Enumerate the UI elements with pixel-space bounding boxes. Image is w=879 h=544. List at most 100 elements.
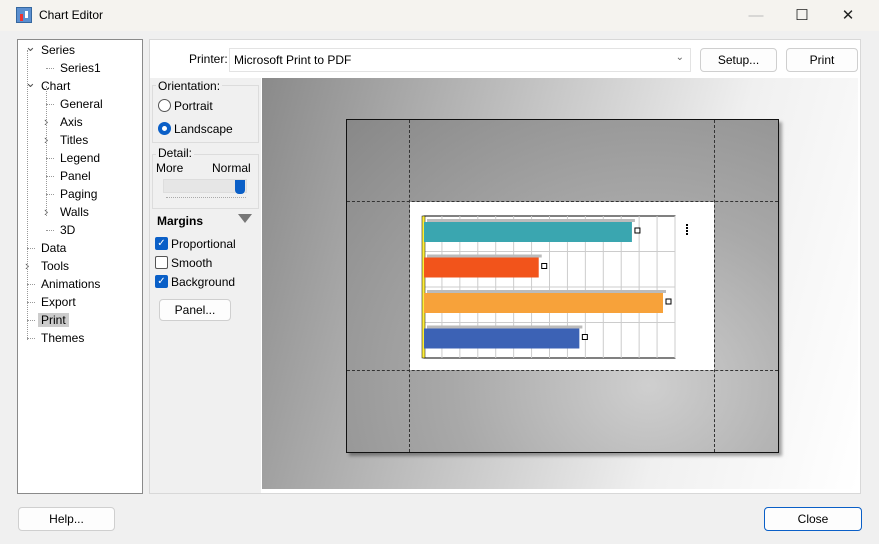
bar-mark	[581, 334, 588, 340]
tree-item-label: Series1	[60, 61, 101, 75]
bar-mark	[634, 227, 641, 234]
background-label: Background	[171, 275, 236, 289]
close-button[interactable]: Close	[764, 507, 862, 531]
portrait-label: Portrait	[174, 99, 213, 113]
panel-button[interactable]: Panel...	[159, 299, 231, 321]
landscape-label: Landscape	[174, 122, 233, 136]
orientation-label: Orientation:	[156, 79, 223, 93]
bar-top	[427, 219, 635, 222]
chevron-down-icon: ⌄	[675, 52, 684, 63]
tree-item-label: Axis	[60, 115, 83, 129]
bar-top	[427, 325, 583, 329]
bar-top	[427, 290, 666, 293]
right-margin-line[interactable]	[714, 120, 715, 452]
chart-preview-svg	[421, 215, 688, 359]
tree-connector	[27, 320, 35, 321]
tree-item-legend[interactable]: Legend	[60, 150, 100, 166]
smooth-checkbox[interactable]	[155, 256, 168, 269]
tree-connector	[46, 194, 54, 195]
bar	[424, 257, 539, 278]
tree-connector	[46, 158, 54, 159]
tree-item-label: Tools	[41, 259, 70, 273]
chart-preview	[410, 202, 714, 370]
tree-item-series[interactable]: Series	[41, 42, 75, 58]
tree-connector	[46, 104, 54, 105]
setup-button[interactable]: Setup...	[700, 48, 777, 72]
detail-label: Detail:	[156, 146, 195, 160]
window-title: Chart Editor	[39, 8, 104, 22]
tree-item-label: Animations	[41, 277, 101, 291]
bar	[424, 328, 580, 349]
detail-normal-label: Normal	[212, 161, 251, 175]
tree-item-series1[interactable]: Series1	[60, 60, 101, 76]
tree-item-label: Legend	[60, 151, 101, 165]
tree-item-label: Export	[41, 295, 76, 309]
detail-slider[interactable]	[163, 179, 247, 194]
tree-item-label: Print	[38, 313, 69, 327]
tree-guide	[27, 50, 28, 340]
help-button[interactable]: Help...	[18, 507, 115, 531]
bar	[424, 293, 663, 313]
legend-symbol	[686, 230, 688, 232]
slider-thumb[interactable]	[235, 180, 245, 194]
legend-symbol	[686, 227, 688, 229]
tree-item-label: Paging	[60, 187, 98, 201]
tree-connector	[27, 302, 35, 303]
tree-connector	[27, 248, 35, 249]
title-bar: Chart Editor — ☐ ✕	[0, 0, 879, 31]
proportional-checkbox[interactable]: ✓	[155, 237, 168, 250]
tree-item-paging[interactable]: Paging	[60, 186, 97, 202]
proportional-label: Proportional	[171, 237, 236, 251]
tree-item-export[interactable]: Export	[41, 294, 76, 310]
tree-item-label: Walls	[60, 205, 89, 219]
tree-connector	[46, 176, 54, 177]
chart-app-icon	[16, 7, 32, 23]
printer-value: Microsoft Print to PDF	[234, 53, 352, 67]
tree-item-themes[interactable]: Themes	[41, 330, 84, 346]
tree-item-label: 3D	[60, 223, 76, 237]
editor-tree[interactable]: ⌄ Series Series1 ⌄ Chart General › Axis › Titles L…	[17, 39, 143, 494]
tree-connector	[46, 230, 54, 231]
tree-item-walls[interactable]: Walls	[60, 204, 89, 220]
tree-item-3d[interactable]: 3D	[60, 222, 75, 238]
tree-item-print[interactable]: Print	[38, 312, 69, 328]
tree-item-label: Panel	[60, 169, 91, 183]
bar-mark	[541, 263, 548, 269]
legend-symbol	[686, 224, 688, 226]
bar-mark	[665, 298, 672, 305]
tree-connector	[46, 68, 54, 69]
slider-ticks	[166, 197, 246, 198]
tree-item-label: Series	[41, 43, 76, 57]
tree-item-titles[interactable]: Titles	[60, 132, 88, 148]
printer-label: Printer:	[189, 52, 228, 66]
background-checkbox[interactable]: ✓	[155, 275, 168, 288]
tree-item-tools[interactable]: Tools	[41, 258, 69, 274]
minimize-button[interactable]: —	[733, 0, 779, 31]
bar	[424, 222, 632, 242]
landscape-radio[interactable]	[158, 122, 171, 135]
printer-select[interactable]: Microsoft Print to PDF ⌄	[229, 48, 691, 72]
smooth-label: Smooth	[171, 256, 213, 270]
portrait-radio[interactable]	[158, 99, 171, 112]
detail-more-label: More	[156, 161, 184, 175]
tree-connector	[27, 338, 35, 339]
legend-symbol	[686, 233, 688, 235]
tree-item-data[interactable]: Data	[41, 240, 66, 256]
close-window-button[interactable]: ✕	[825, 0, 871, 31]
bottom-margin-line[interactable]	[347, 370, 778, 371]
maximize-button[interactable]: ☐	[779, 0, 825, 31]
tree-item-animations[interactable]: Animations	[41, 276, 100, 292]
tree-item-label: Data	[41, 241, 67, 255]
tree-item-label: Themes	[41, 331, 85, 345]
tree-connector	[27, 284, 35, 285]
print-button[interactable]: Print	[786, 48, 858, 72]
tree-guide	[46, 86, 47, 216]
tree-item-panel[interactable]: Panel	[60, 168, 91, 184]
margins-label: Margins	[157, 214, 204, 228]
tree-item-axis[interactable]: Axis	[60, 114, 83, 130]
tree-item-label: General	[60, 97, 103, 111]
tree-item-label: Titles	[60, 133, 89, 147]
tree-item-general[interactable]: General	[60, 96, 103, 112]
bar-top	[427, 254, 542, 258]
triangle-down-icon[interactable]	[238, 214, 252, 223]
